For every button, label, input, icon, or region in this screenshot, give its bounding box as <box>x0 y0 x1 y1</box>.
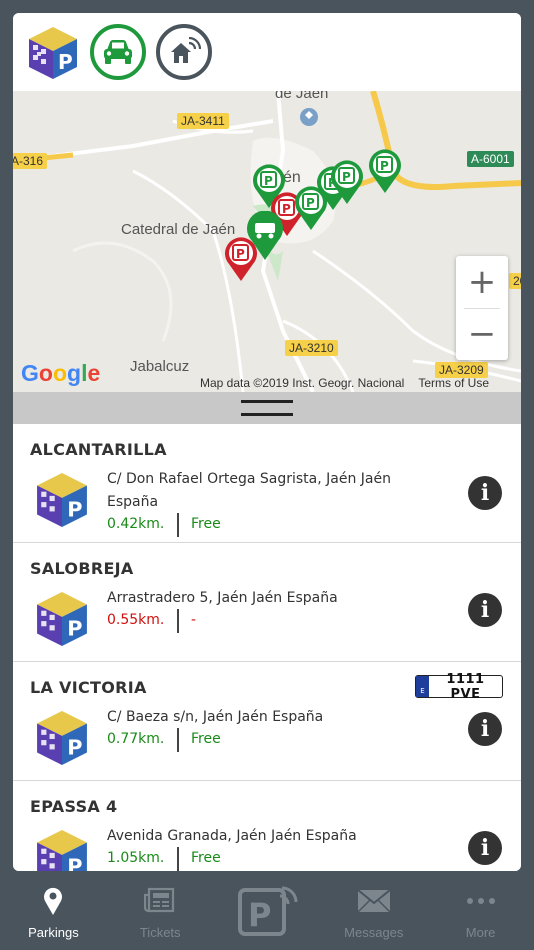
list-item[interactable]: EPASSA 4 P Avenida Granada, Jaén Jaén Es… <box>13 781 521 871</box>
parking-distance: 1.05km. <box>107 850 165 866</box>
parking-distance: 0.55km. <box>107 612 165 628</box>
svg-text:P: P <box>306 196 315 210</box>
road-badge: JA-3411 <box>177 113 229 129</box>
tab-more[interactable]: More <box>427 871 534 950</box>
envelope-icon <box>357 889 391 913</box>
svg-text:P: P <box>67 498 82 522</box>
svg-text:P: P <box>67 855 82 871</box>
svg-text:P: P <box>248 896 271 934</box>
tab-tickets[interactable]: Tickets <box>107 871 214 950</box>
svg-text:P: P <box>67 736 82 760</box>
google-logo: Google <box>21 360 101 386</box>
road-badge: A-316 <box>13 153 48 169</box>
info-button[interactable]: i <box>468 476 502 510</box>
home-mode-button[interactable] <box>156 24 212 80</box>
parking-address: Arrastradero 5, Jaén Jaén España <box>107 590 338 606</box>
car-mode-button[interactable] <box>90 24 146 80</box>
parking-wifi-icon: P <box>237 886 298 936</box>
ticket-icon <box>144 887 175 913</box>
license-plate-badge: E 1111 PVE <box>415 672 503 702</box>
parking-address: C/ Don Rafael Ortega Sagrista, Jaén Jaén… <box>107 471 391 510</box>
tab-parking-center[interactable]: P <box>214 871 321 950</box>
map-label-city: de Jaén <box>275 91 329 102</box>
home-wifi-icon <box>171 37 201 63</box>
road-badge: JA-3210 <box>285 340 338 356</box>
top-bar: P <box>13 13 521 91</box>
info-icon: i <box>480 716 490 742</box>
parking-fee: - <box>191 612 197 628</box>
tab-label: Tickets <box>139 925 181 940</box>
parking-cube-logo: P <box>37 473 87 527</box>
svg-text:P: P <box>380 159 389 173</box>
info-icon: i <box>480 597 490 623</box>
zoom-in-button[interactable]: + <box>456 256 508 308</box>
more-dots-icon <box>466 898 495 904</box>
map-view[interactable]: de Jaén én Catedral de Jaén Jabalcuz JA-… <box>13 91 521 392</box>
parking-cube-logo: P <box>29 27 77 79</box>
parking-name: ALCANTARILLA <box>30 440 167 459</box>
tab-label: Messages <box>344 925 404 940</box>
info-button[interactable]: i <box>468 831 502 865</box>
parking-marker-red[interactable]: P <box>223 236 259 282</box>
parking-marker-green[interactable]: P <box>329 159 365 205</box>
drag-handle[interactable] <box>13 392 521 424</box>
parking-name: EPASSA 4 <box>30 797 118 816</box>
svg-text:P: P <box>58 50 73 74</box>
parking-marker-green[interactable]: P <box>367 148 403 194</box>
list-item[interactable]: SALOBREJA P Arrastradero 5, Jaén Jaén Es… <box>13 543 521 662</box>
svg-text:P: P <box>67 617 82 641</box>
tab-label: More <box>465 925 496 940</box>
info-button[interactable]: i <box>468 593 502 627</box>
parking-cube-logo: P <box>37 592 87 646</box>
list-item[interactable]: LA VICTORIA E 1111 PVE P C/ Baeza s/n, J… <box>13 662 521 781</box>
svg-text:P: P <box>342 170 351 184</box>
zoom-out-button[interactable]: − <box>456 308 508 360</box>
list-item[interactable]: ALCANTARILLA P C/ Don Rafael Ortega Sagr… <box>13 424 521 543</box>
zoom-control: + − <box>456 256 508 360</box>
plate-country: E <box>416 676 429 697</box>
parking-fee: Free <box>191 516 221 532</box>
parking-name: SALOBREJA <box>30 559 134 578</box>
map-attribution: Map data ©2019 Inst. Geogr. Nacional Term… <box>200 376 489 390</box>
parking-fee: Free <box>191 850 221 866</box>
map-label-cathedral: Catedral de Jaén <box>121 221 236 238</box>
parking-cube-logo: P <box>37 830 87 871</box>
plate-number: 1111 PVE <box>446 671 485 702</box>
map-label-jabalcuz: Jabalcuz <box>130 358 190 375</box>
svg-text:P: P <box>264 174 273 188</box>
car-icon <box>104 40 132 64</box>
parking-distance: 0.77km. <box>107 731 165 747</box>
parking-address: C/ Baeza s/n, Jaén Jaén España <box>107 709 324 725</box>
road-badge: A-6001 <box>467 151 514 167</box>
info-icon: i <box>480 480 490 506</box>
tab-label: Parkings <box>28 925 79 940</box>
main-card: P de Jaén én Catedral de Jaén Jabalcuz J… <box>13 13 521 871</box>
terms-of-use-link[interactable]: Terms of Use <box>418 376 489 390</box>
parking-distance: 0.42km. <box>107 516 165 532</box>
parking-fee: Free <box>191 731 221 747</box>
parking-name: LA VICTORIA <box>30 678 147 697</box>
tab-messages[interactable]: Messages <box>320 871 427 950</box>
parking-address: Avenida Granada, Jaén Jaén España <box>107 828 357 844</box>
svg-text:P: P <box>236 247 245 261</box>
road-badge: 20 <box>509 273 521 289</box>
parking-list: ALCANTARILLA P C/ Don Rafael Ortega Sagr… <box>13 424 521 871</box>
map-data-credit: Map data ©2019 Inst. Geogr. Nacional <box>200 376 405 390</box>
parking-cube-logo: P <box>37 711 87 765</box>
tab-parkings[interactable]: Parkings <box>0 871 107 950</box>
map-pin-icon <box>44 887 63 915</box>
info-icon: i <box>480 835 490 861</box>
info-button[interactable]: i <box>468 712 502 746</box>
bottom-tab-bar: Parkings Tickets P Messages More <box>0 871 534 950</box>
